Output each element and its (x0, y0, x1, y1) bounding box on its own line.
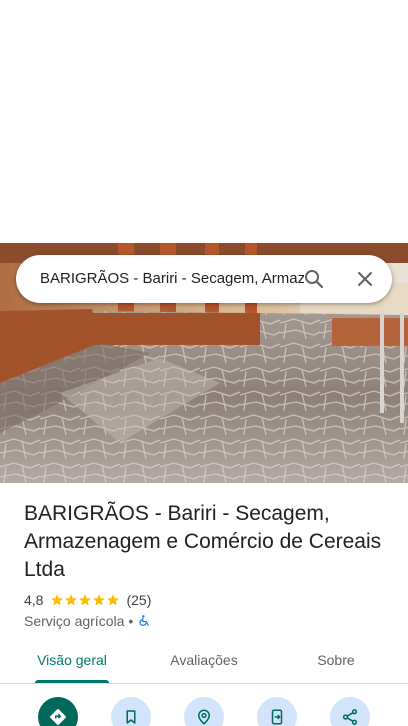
close-icon[interactable] (353, 267, 377, 291)
rating-row[interactable]: 4,8 (25) (24, 591, 151, 609)
star-icon (65, 594, 78, 606)
star-icon (79, 594, 92, 606)
tab-overview[interactable]: Visão geral (35, 640, 109, 684)
star-icon (93, 594, 106, 606)
separator-dot: • (128, 613, 134, 629)
place-category: Serviço agrícola (24, 613, 125, 629)
search-icon[interactable] (302, 267, 326, 291)
tab-about[interactable]: Sobre (310, 640, 362, 684)
share-button[interactable] (330, 697, 370, 726)
review-count[interactable]: (25) (126, 592, 151, 608)
map-blank-area (0, 0, 408, 243)
action-buttons (0, 697, 408, 726)
place-tabs: Visão geral Avaliações Sobre (0, 640, 408, 684)
nearby-icon (197, 709, 211, 725)
share-icon (342, 709, 358, 725)
directions-icon (50, 709, 66, 725)
rating-value: 4,8 (24, 592, 44, 608)
save-bookmark-icon (126, 710, 136, 724)
search-bar[interactable]: BARIGRÃOS - Bariri - Secagem, Armazenage… (16, 255, 392, 303)
wheelchair-accessible-icon (139, 615, 149, 626)
category-row: Serviço agrícola • (24, 612, 151, 630)
active-tab-indicator (35, 680, 109, 683)
star-rating (50, 593, 120, 607)
place-title: BARIGRÃOS - Bariri - Secagem, Armazenage… (24, 502, 382, 581)
save-button[interactable] (111, 697, 151, 726)
search-input[interactable]: BARIGRÃOS - Bariri - Secagem, Armazenage… (40, 255, 304, 303)
tab-reviews[interactable]: Avaliações (162, 640, 246, 684)
directions-button[interactable] (38, 697, 78, 726)
star-icon (107, 594, 120, 606)
send-to-phone-icon (271, 709, 283, 725)
nearby-button[interactable] (184, 697, 224, 726)
send-to-phone-button[interactable] (257, 697, 297, 726)
star-icon (51, 594, 64, 606)
